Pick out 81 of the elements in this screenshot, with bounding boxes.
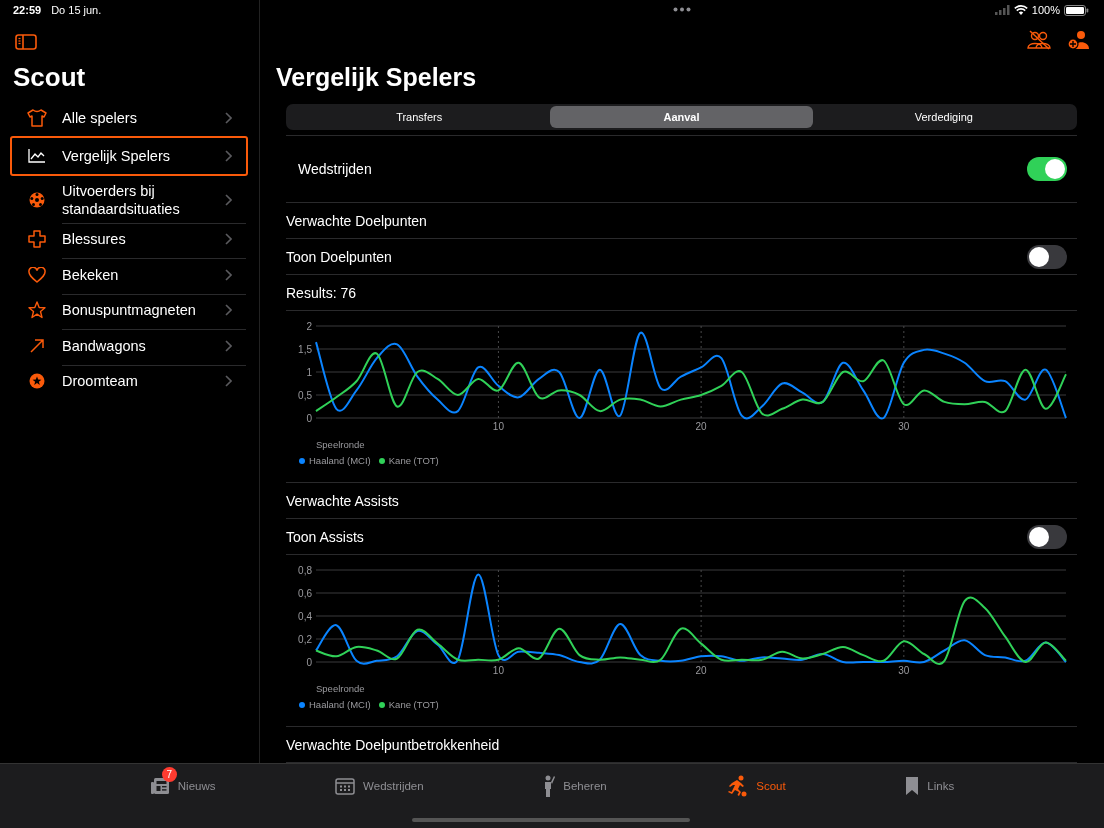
- x-tick-label: 10: [492, 665, 504, 676]
- sidebar-item[interactable]: Vergelijk Spelers: [10, 135, 248, 176]
- sidebar-item[interactable]: Bandwagons: [10, 328, 248, 364]
- chevron-icon: [225, 233, 232, 246]
- star-icon: [28, 301, 46, 320]
- sidebar-item[interactable]: Blessures: [10, 221, 248, 257]
- y-tick-label: 0: [306, 656, 312, 668]
- toggle-switch[interactable]: [1027, 244, 1067, 269]
- x-tick-label: 30: [898, 665, 910, 676]
- dots-icon[interactable]: [672, 7, 691, 12]
- chevron-icon: [225, 193, 232, 206]
- signal-icon: [994, 5, 1010, 15]
- status-date: Do 15 jun.: [51, 4, 102, 18]
- x-axis-title: Speelronde: [316, 683, 366, 694]
- y-tick-label: 0,6: [298, 587, 312, 599]
- chevron-icon: [225, 339, 232, 352]
- battery-percent: 100%: [1031, 4, 1060, 16]
- tab-bar-item[interactable]: Scout: [726, 774, 786, 798]
- legend-label: Haaland (MCI): [309, 699, 371, 710]
- row-label: Toon Doelpunten: [286, 248, 392, 265]
- person-icon: [543, 775, 556, 797]
- y-tick-label: 1,5: [298, 343, 312, 355]
- sidebar-toggle-icon[interactable]: [15, 34, 37, 50]
- cross-icon: [28, 230, 46, 249]
- heart-icon: [28, 266, 46, 283]
- y-tick-label: 0,4: [298, 610, 312, 622]
- battery-icon: [1064, 4, 1089, 16]
- x-axis-title: Speelronde: [316, 439, 366, 450]
- sidebar-item[interactable]: Alle spelers: [10, 100, 248, 136]
- tab-bar-item[interactable]: Beheren: [543, 774, 607, 798]
- x-tick-label: 10: [492, 421, 504, 432]
- y-tick-label: 0: [306, 412, 312, 424]
- chevron-icon: [225, 111, 232, 124]
- toggle-switch[interactable]: [1027, 157, 1067, 181]
- y-tick-label: 0,8: [298, 564, 312, 576]
- chevron-icon: [225, 304, 232, 317]
- section-header: Verwachte Doelpuntbetrokkenheid: [286, 736, 500, 753]
- sidebar-item[interactable]: Bonuspuntmagneten: [10, 292, 248, 328]
- sidebar-item[interactable]: Droomteam: [10, 363, 248, 399]
- y-tick-label: 1: [306, 366, 312, 378]
- y-tick-label: 0,5: [298, 389, 312, 401]
- add-person-icon[interactable]: [1068, 30, 1090, 50]
- page-title: Vergelijk Spelers: [276, 63, 478, 92]
- section-header: Verwachte Assists: [286, 492, 399, 509]
- y-tick-label: 0,2: [298, 633, 312, 645]
- segment-tab[interactable]: Verdediging: [812, 106, 1075, 128]
- arrow-icon: [30, 338, 44, 353]
- sidebar-item[interactable]: Uitvoerders bij standaardsituaties: [10, 177, 248, 222]
- shirt-icon: [27, 108, 47, 127]
- people-slash-icon[interactable]: [1026, 30, 1052, 50]
- x-tick-label: 30: [898, 421, 910, 432]
- bookmark-icon: [905, 776, 920, 796]
- x-tick-label: 20: [695, 665, 707, 676]
- tab-bar-item[interactable]: Links: [905, 774, 955, 798]
- y-tick-label: 2: [306, 320, 312, 332]
- wifi-icon: [1013, 5, 1028, 15]
- star-badge-icon: [29, 373, 45, 390]
- status-time: 22:59: [13, 4, 42, 18]
- section-header: Verwachte Doelpunten: [286, 212, 427, 229]
- results-count: Results: 76: [286, 284, 357, 301]
- row-label: Wedstrijden: [298, 161, 372, 177]
- legend-label: Kane (TOT): [388, 699, 439, 710]
- x-tick-label: 20: [695, 421, 707, 432]
- segment-tab[interactable]: Aanval: [550, 106, 813, 128]
- sidebar-item[interactable]: Bekeken: [10, 257, 248, 293]
- newspaper-icon: [149, 777, 170, 795]
- row-label: Toon Assists: [286, 528, 364, 545]
- chevron-icon: [225, 149, 232, 162]
- calendar-icon: [335, 777, 356, 795]
- chevron-icon: [225, 268, 232, 281]
- line-chart-icon: [28, 148, 46, 163]
- runner-icon: [726, 775, 749, 797]
- legend-label: Haaland (MCI): [309, 455, 371, 466]
- notification-badge: 7: [161, 767, 177, 782]
- tab-bar-item[interactable]: Wedstrijden: [335, 774, 424, 798]
- ball-icon: [29, 191, 45, 208]
- sidebar-title: Scout: [13, 62, 87, 93]
- toggle-switch[interactable]: [1027, 524, 1067, 549]
- chevron-icon: [225, 375, 232, 388]
- legend-label: Kane (TOT): [388, 455, 439, 466]
- segment-tab[interactable]: Transfers: [288, 106, 551, 128]
